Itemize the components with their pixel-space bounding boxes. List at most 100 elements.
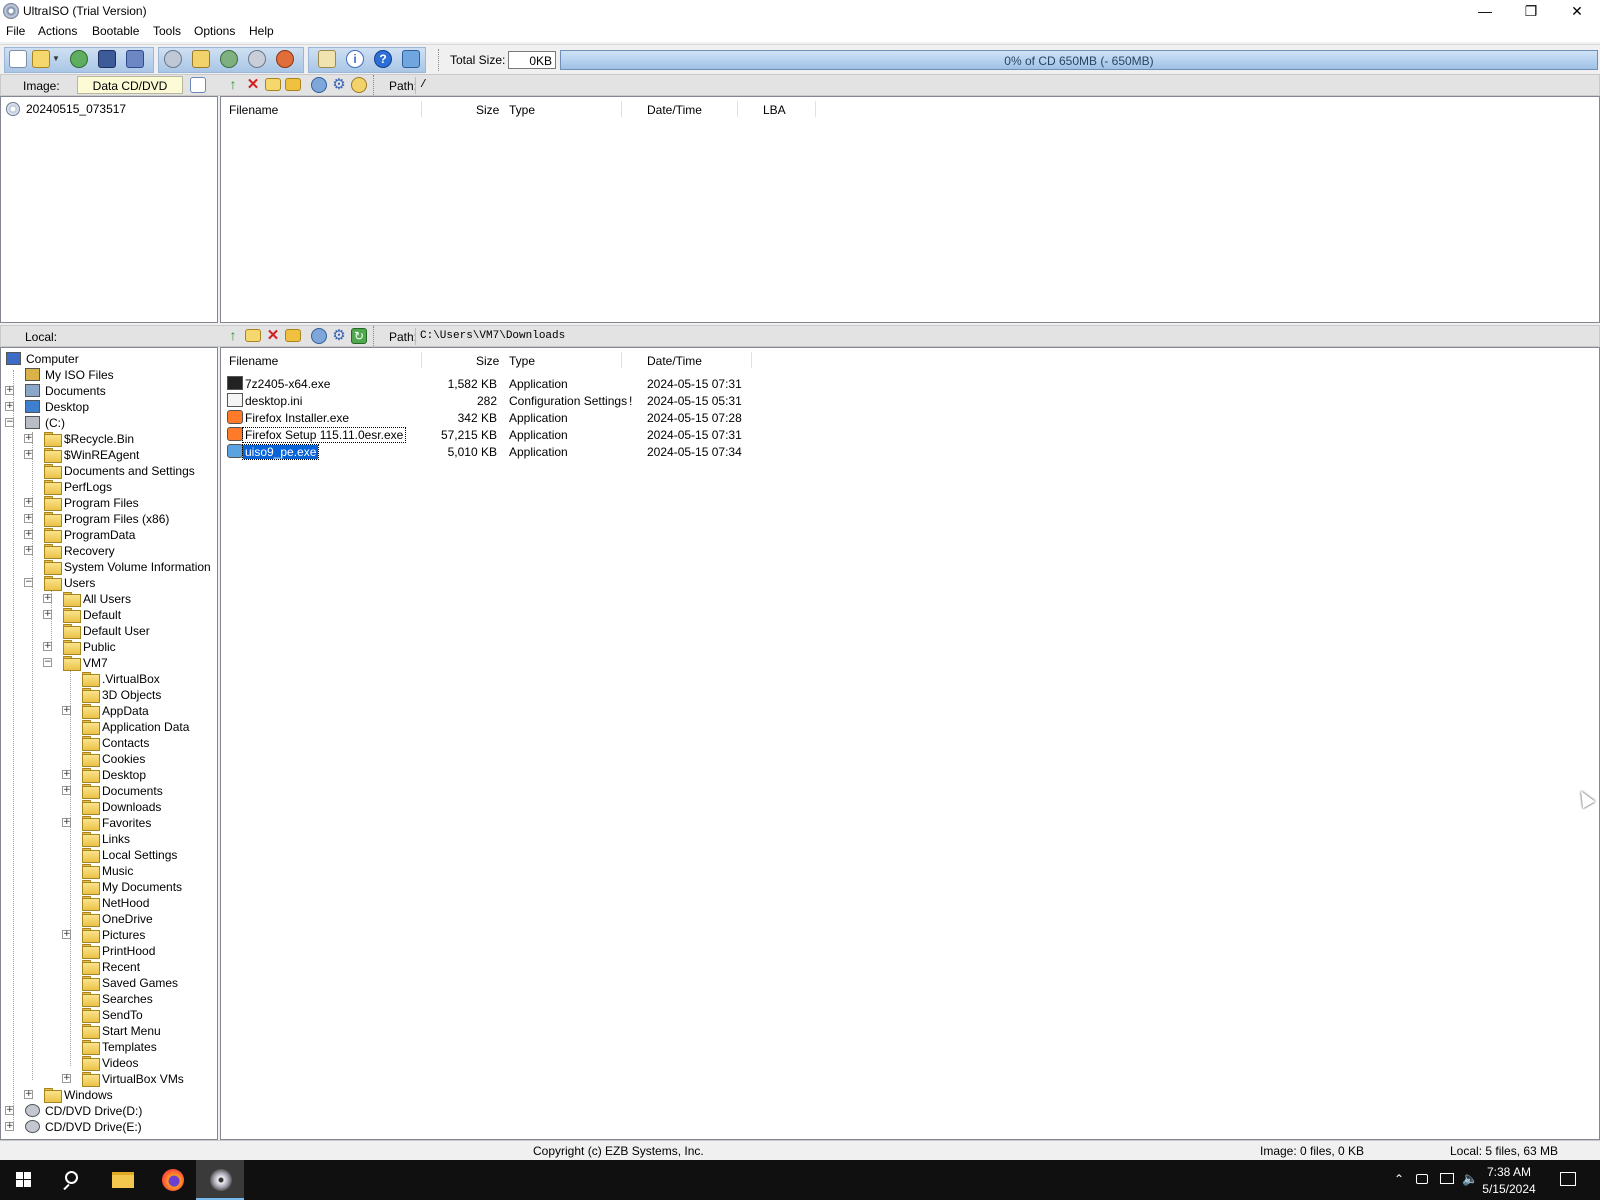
tree-item[interactable]: + $Recycle.Bin <box>1 431 217 447</box>
collapse-icon[interactable]: − <box>43 658 52 667</box>
exit-icon[interactable] <box>402 50 420 68</box>
windows-start-icon[interactable] <box>0 1160 48 1200</box>
tree-item[interactable]: My ISO Files <box>1 367 217 383</box>
expand-icon[interactable]: + <box>24 546 33 555</box>
menu-options[interactable]: Options <box>194 24 235 38</box>
tree-item[interactable]: + Documents <box>1 783 217 799</box>
image-type-combo[interactable]: Data CD/DVD <box>77 76 183 94</box>
expand-icon[interactable]: + <box>62 786 71 795</box>
col-size[interactable]: Size <box>476 354 499 368</box>
add-files-icon[interactable] <box>192 50 210 68</box>
file-row[interactable]: uiso9_pe.exe 5,010 KB Application 2024-05-1… <box>221 443 761 460</box>
new-folder-icon[interactable] <box>245 329 261 342</box>
gear-icon[interactable]: ⚙ <box>331 328 347 344</box>
firefox-icon[interactable] <box>148 1160 196 1200</box>
file-row[interactable]: desktop.ini 282 Configuration Settings! 202… <box>221 392 761 409</box>
save-icon[interactable] <box>98 50 116 68</box>
ultraiso-app-icon[interactable] <box>3 3 19 19</box>
tree-item[interactable]: Cookies <box>1 751 217 767</box>
collapse-icon[interactable]: − <box>5 418 14 427</box>
tree-item[interactable]: System Volume Information <box>1 559 217 575</box>
expand-icon[interactable]: + <box>24 434 33 443</box>
volume-muted-icon[interactable]: 🔈 <box>1462 1171 1478 1187</box>
tree-item[interactable]: Videos <box>1 1055 217 1071</box>
menu-actions[interactable]: Actions <box>38 24 77 38</box>
tree-item[interactable]: My Documents <box>1 879 217 895</box>
open-icon[interactable] <box>32 50 50 68</box>
up-folder-icon[interactable]: ↑ <box>225 328 241 344</box>
tree-item[interactable]: Application Data <box>1 719 217 735</box>
tree-item[interactable]: 3D Objects <box>1 687 217 703</box>
tree-item[interactable]: + CD/DVD Drive(D:) <box>1 1103 217 1119</box>
tree-item[interactable]: + Documents <box>1 383 217 399</box>
tree-item[interactable]: + ProgramData <box>1 527 217 543</box>
expand-icon[interactable]: + <box>62 706 71 715</box>
tree-item[interactable]: NetHood <box>1 895 217 911</box>
expand-icon[interactable]: + <box>43 610 52 619</box>
expand-icon[interactable]: + <box>24 1090 33 1099</box>
expand-icon[interactable]: + <box>24 530 33 539</box>
tree-item[interactable]: Default User <box>1 623 217 639</box>
make-cd-image-icon[interactable] <box>248 50 266 68</box>
delete-icon[interactable]: ✕ <box>245 77 261 93</box>
expand-icon[interactable]: + <box>5 386 14 395</box>
tree-item[interactable]: + Pictures <box>1 927 217 943</box>
properties-icon[interactable] <box>318 50 336 68</box>
expand-icon[interactable]: + <box>62 818 71 827</box>
tree-item[interactable]: + $WinREAgent <box>1 447 217 463</box>
ultraiso-icon[interactable] <box>196 1160 244 1200</box>
clock[interactable]: 7:38 AM 5/15/2024 <box>1482 1162 1536 1198</box>
image-tree-pane[interactable]: 20240515_073517 <box>0 96 218 323</box>
add-to-image-icon[interactable] <box>311 328 327 344</box>
expand-icon[interactable]: + <box>24 514 33 523</box>
view-icon[interactable] <box>351 77 367 93</box>
local-tree-pane[interactable]: Computer My ISO Files + Documents + Desktop − (… <box>0 347 218 1140</box>
local-file-list[interactable]: Filename Size Type Date/Time 7z2405-x64.… <box>220 347 1600 1140</box>
col-divider[interactable] <box>421 101 422 117</box>
gear-icon[interactable]: ⚙ <box>331 77 347 93</box>
col-divider[interactable] <box>421 352 422 368</box>
expand-icon[interactable]: + <box>5 1122 14 1131</box>
tree-item[interactable]: + Recovery <box>1 543 217 559</box>
rename-icon[interactable] <box>285 78 301 91</box>
rename-icon[interactable] <box>285 329 301 342</box>
tree-item[interactable]: Downloads <box>1 799 217 815</box>
tree-item[interactable]: + VirtualBox VMs <box>1 1071 217 1087</box>
menu-bootable[interactable]: Bootable <box>92 24 139 38</box>
col-size[interactable]: Size <box>476 103 499 117</box>
tree-item[interactable]: + Program Files (x86) <box>1 511 217 527</box>
expand-icon[interactable]: + <box>43 642 52 651</box>
chevron-up-icon[interactable]: ⌃ <box>1392 1172 1406 1186</box>
tree-item[interactable]: Computer <box>1 351 217 367</box>
col-filename[interactable]: Filename <box>229 103 278 117</box>
expand-icon[interactable]: + <box>5 1106 14 1115</box>
tree-item[interactable]: Saved Games <box>1 975 217 991</box>
tree-item[interactable]: − VM7 <box>1 655 217 671</box>
up-folder-icon[interactable]: ↑ <box>225 77 241 93</box>
minimize-button[interactable]: — <box>1462 0 1508 22</box>
col-divider[interactable] <box>621 352 622 368</box>
menu-file[interactable]: File <box>6 24 25 38</box>
tree-item[interactable]: − Users <box>1 575 217 591</box>
meet-now-icon[interactable] <box>1416 1174 1428 1184</box>
network-icon[interactable] <box>1440 1173 1454 1184</box>
tree-item[interactable]: Searches <box>1 991 217 1007</box>
tree-item[interactable]: .VirtualBox <box>1 671 217 687</box>
tree-item[interactable]: + Public <box>1 639 217 655</box>
expand-icon[interactable]: + <box>24 498 33 507</box>
close-button[interactable]: ✕ <box>1554 0 1600 22</box>
expand-icon[interactable]: + <box>62 1074 71 1083</box>
file-row[interactable]: Firefox Setup 115.11.0esr.exe 57,215 KB Ap… <box>221 426 761 443</box>
delete-icon[interactable]: ✕ <box>265 328 281 344</box>
notification-icon[interactable] <box>1560 1172 1576 1186</box>
new-icon[interactable] <box>9 50 27 68</box>
tree-item[interactable]: + CD/DVD Drive(E:) <box>1 1119 217 1135</box>
tree-item[interactable]: Start Menu <box>1 1023 217 1039</box>
tree-item[interactable]: + AppData <box>1 703 217 719</box>
col-type[interactable]: Type <box>509 103 535 117</box>
file-row[interactable]: 7z2405-x64.exe 1,582 KB Application 2024-05… <box>221 375 761 392</box>
expand-icon[interactable]: + <box>43 594 52 603</box>
checksum-icon[interactable] <box>190 77 206 93</box>
save-as-icon[interactable] <box>126 50 144 68</box>
menu-help[interactable]: Help <box>249 24 274 38</box>
